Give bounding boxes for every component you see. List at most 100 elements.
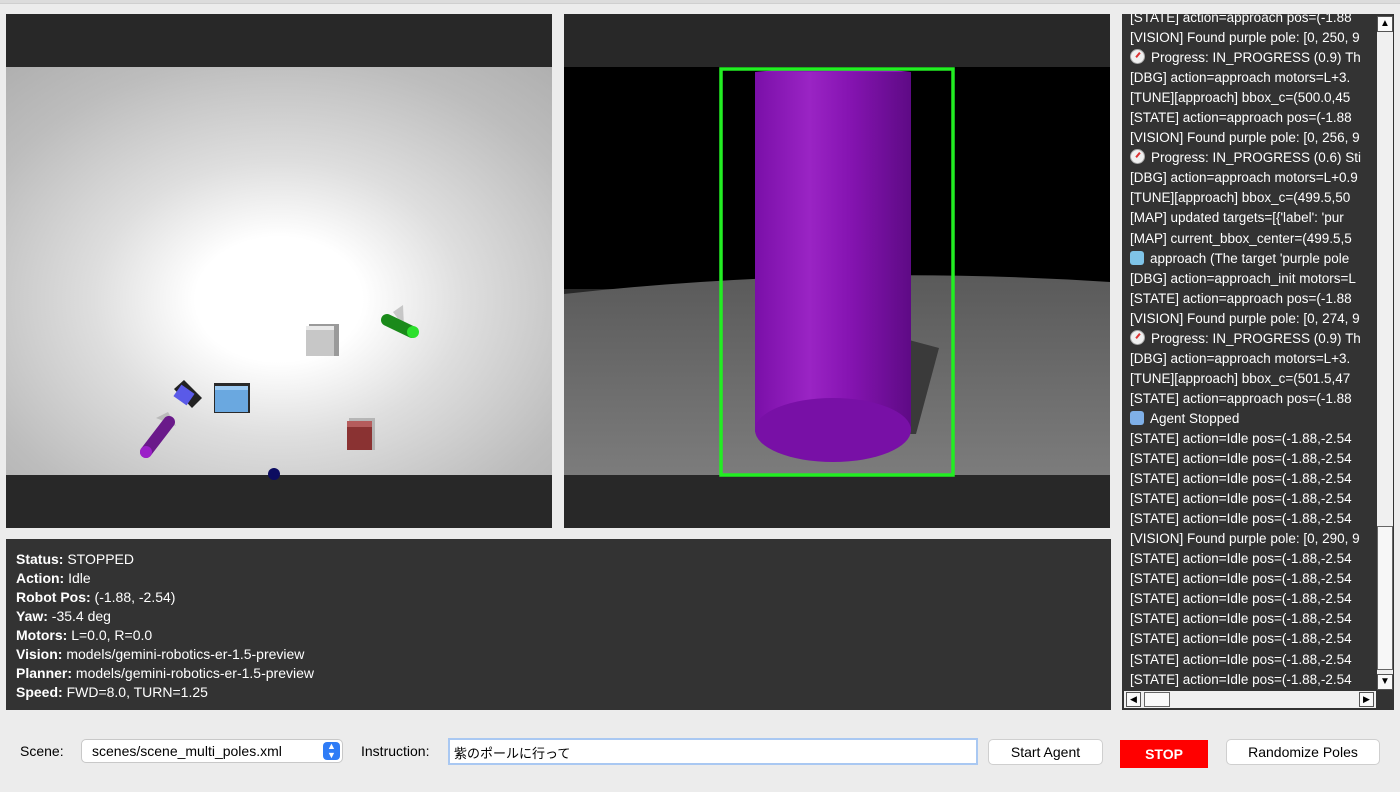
status-panel: Status: STOPPED Action: Idle Robot Pos: … — [6, 539, 1111, 710]
log-line-text: [DBG] action=approach motors=L+0.9 — [1130, 170, 1358, 186]
log-line-text: [STATE] action=approach pos=(-1.88 — [1130, 290, 1352, 306]
motors-row: Motors: L=0.0, R=0.0 — [16, 627, 153, 643]
log-line: Progress: IN_PROGRESS (0.9) Th — [1122, 329, 1376, 349]
log-line: Agent Stopped — [1122, 409, 1376, 429]
log-line: [DBG] action=approach motors=L+3. — [1122, 68, 1376, 88]
log-line-text: [TUNE][approach] bbox_c=(500.0,45 — [1130, 90, 1351, 106]
log-line-text: [TUNE][approach] bbox_c=(499.5,50 — [1130, 190, 1351, 206]
scene-label: Scene: — [20, 743, 64, 759]
blue-cube — [214, 383, 250, 413]
log-line: [VISION] Found purple pole: [0, 274, 9 — [1122, 309, 1376, 329]
scroll-thumb[interactable] — [1377, 526, 1393, 670]
scroll-left-icon[interactable]: ◀ — [1126, 692, 1141, 707]
log-line: [STATE] action=approach pos=(-1.88 — [1122, 14, 1376, 28]
yaw-row: Yaw: -35.4 deg — [16, 608, 111, 624]
scene-select-value: scenes/scene_multi_poles.xml — [92, 743, 282, 759]
log-line-text: [MAP] updated targets=[{'label': 'pur — [1130, 210, 1344, 226]
camera-viewport — [564, 14, 1110, 528]
log-line: Progress: IN_PROGRESS (0.6) Sti — [1122, 148, 1376, 168]
navy-marker — [268, 468, 280, 480]
log-line: [VISION] Found purple pole: [0, 256, 9 — [1122, 128, 1376, 148]
log-line: [TUNE][approach] bbox_c=(501.5,47 — [1122, 369, 1376, 389]
log-line: [STATE] action=Idle pos=(-1.88,-2.54 — [1122, 609, 1376, 629]
instruction-input[interactable]: 紫のポールに行って — [448, 738, 978, 765]
log-line-text: [STATE] action=Idle pos=(-1.88,-2.54 — [1130, 430, 1352, 446]
progress-icon — [1130, 149, 1145, 165]
log-line-text: [STATE] action=Idle pos=(-1.88,-2.54 — [1130, 631, 1352, 647]
floor — [6, 67, 552, 475]
window-top-strip — [0, 0, 1400, 4]
log-line: [VISION] Found purple pole: [0, 250, 9 — [1122, 28, 1376, 48]
planner-value: models/gemini-robotics-er-1.5-preview — [75, 665, 314, 681]
log-line-text: Progress: IN_PROGRESS (0.9) Th — [1151, 50, 1361, 66]
status-row: Status: STOPPED — [16, 551, 134, 567]
start-agent-button[interactable]: Start Agent — [988, 739, 1103, 765]
log-line-text: [DBG] action=approach_init motors=L — [1130, 270, 1356, 286]
log-panel[interactable]: [STATE] action=approach pos=(-1.88 [VISIO… — [1122, 14, 1394, 710]
speed-value: FWD=8.0, TURN=1.25 — [66, 684, 208, 700]
log-line-text: [VISION] Found purple pole: [0, 274, 9 — [1130, 310, 1360, 326]
log-line-text: [STATE] action=Idle pos=(-1.88,-2.54 — [1130, 451, 1352, 467]
robot-pos-value: (-1.88, -2.54) — [94, 589, 176, 605]
log-line-text: Progress: IN_PROGRESS (0.9) Th — [1151, 330, 1361, 346]
log-line-text: Agent Stopped — [1150, 410, 1240, 426]
log-horizontal-scrollbar[interactable]: ◀ ▶ — [1124, 691, 1376, 708]
log-line: [DBG] action=approach_init motors=L — [1122, 269, 1376, 289]
log-line-text: [STATE] action=Idle pos=(-1.88,-2.54 — [1130, 511, 1352, 527]
status-value: STOPPED — [67, 551, 134, 567]
log-line: [STATE] action=approach pos=(-1.88 — [1122, 108, 1376, 128]
purple-pole-camera — [755, 68, 911, 462]
action-icon — [1130, 250, 1144, 265]
log-line-text: Progress: IN_PROGRESS (0.6) Sti — [1151, 150, 1362, 166]
log-line-text: [STATE] action=Idle pos=(-1.88,-2.54 — [1130, 611, 1352, 627]
vision-row: Vision: models/gemini-robotics-er-1.5-pr… — [16, 646, 305, 662]
log-line: [DBG] action=approach motors=L+3. — [1122, 349, 1376, 369]
log-line-text: [STATE] action=approach pos=(-1.88 — [1130, 14, 1352, 25]
log-line: [TUNE][approach] bbox_c=(500.0,45 — [1122, 88, 1376, 108]
action-row: Action: Idle — [16, 570, 91, 586]
stop-button[interactable]: STOP — [1120, 740, 1208, 768]
planner-row: Planner: models/gemini-robotics-er-1.5-p… — [16, 665, 314, 681]
top-view-render — [6, 14, 552, 528]
log-line-text: [VISION] Found purple pole: [0, 290, 9 — [1130, 531, 1360, 547]
log-line-text: [VISION] Found purple pole: [0, 250, 9 — [1130, 30, 1360, 46]
log-line: [VISION] Found purple pole: [0, 290, 9 — [1122, 529, 1376, 549]
camera-render — [564, 14, 1110, 528]
randomize-poles-button[interactable]: Randomize Poles — [1226, 739, 1380, 765]
log-line-text: [DBG] action=approach motors=L+3. — [1130, 350, 1351, 366]
scroll-up-icon[interactable]: ▲ — [1377, 16, 1393, 32]
progress-icon — [1130, 49, 1145, 65]
action-value: Idle — [68, 570, 91, 586]
h-scroll-thumb[interactable] — [1144, 692, 1170, 707]
log-line-text: [STATE] action=Idle pos=(-1.88,-2.54 — [1130, 491, 1352, 507]
speed-row: Speed: FWD=8.0, TURN=1.25 — [16, 684, 208, 700]
log-line: approach (The target 'purple pole — [1122, 249, 1376, 269]
progress-icon — [1130, 329, 1145, 345]
motors-value: L=0.0, R=0.0 — [71, 627, 153, 643]
log-line-text: [STATE] action=approach pos=(-1.88 — [1130, 390, 1352, 406]
log-line: [STATE] action=Idle pos=(-1.88,-2.54 — [1122, 589, 1376, 609]
log-line-text: [STATE] action=approach pos=(-1.88 — [1130, 110, 1352, 126]
log-line: [STATE] action=Idle pos=(-1.88,-2.54 — [1122, 469, 1376, 489]
log-line: [TUNE][approach] bbox_c=(499.5,50 — [1122, 188, 1376, 208]
log-line: [STATE] action=Idle pos=(-1.88,-2.54 — [1122, 549, 1376, 569]
log-line: [STATE] action=Idle pos=(-1.88,-2.54 — [1122, 650, 1376, 670]
log-line: [STATE] action=Idle pos=(-1.88,-2.54 — [1122, 509, 1376, 529]
vision-value: models/gemini-robotics-er-1.5-preview — [66, 646, 305, 662]
white-cube — [306, 324, 339, 356]
log-vertical-scrollbar[interactable]: ▲ ▼ — [1377, 16, 1393, 690]
log-line-text: [STATE] action=Idle pos=(-1.88,-2.54 — [1130, 591, 1352, 607]
log-line: [STATE] action=Idle pos=(-1.88,-2.54 — [1122, 629, 1376, 649]
select-chevron-icon: ▲ ▼ — [323, 742, 340, 760]
log-line-text: [STATE] action=Idle pos=(-1.88,-2.54 — [1130, 571, 1352, 587]
log-line-text: approach (The target 'purple pole — [1150, 250, 1350, 266]
scroll-down-icon[interactable]: ▼ — [1377, 674, 1393, 690]
log-line: [STATE] action=Idle pos=(-1.88,-2.54 — [1122, 489, 1376, 509]
top-view-viewport — [6, 14, 552, 528]
log-line: [STATE] action=Idle pos=(-1.88,-2.54 — [1122, 670, 1376, 690]
log-line-text: [STATE] action=Idle pos=(-1.88,-2.54 — [1130, 471, 1352, 487]
log-line-text: [STATE] action=Idle pos=(-1.88,-2.54 — [1130, 651, 1352, 667]
scroll-right-icon[interactable]: ▶ — [1359, 692, 1374, 707]
scene-select[interactable]: scenes/scene_multi_poles.xml ▲ ▼ — [81, 739, 343, 763]
log-line: Progress: IN_PROGRESS (0.9) Th — [1122, 48, 1376, 68]
